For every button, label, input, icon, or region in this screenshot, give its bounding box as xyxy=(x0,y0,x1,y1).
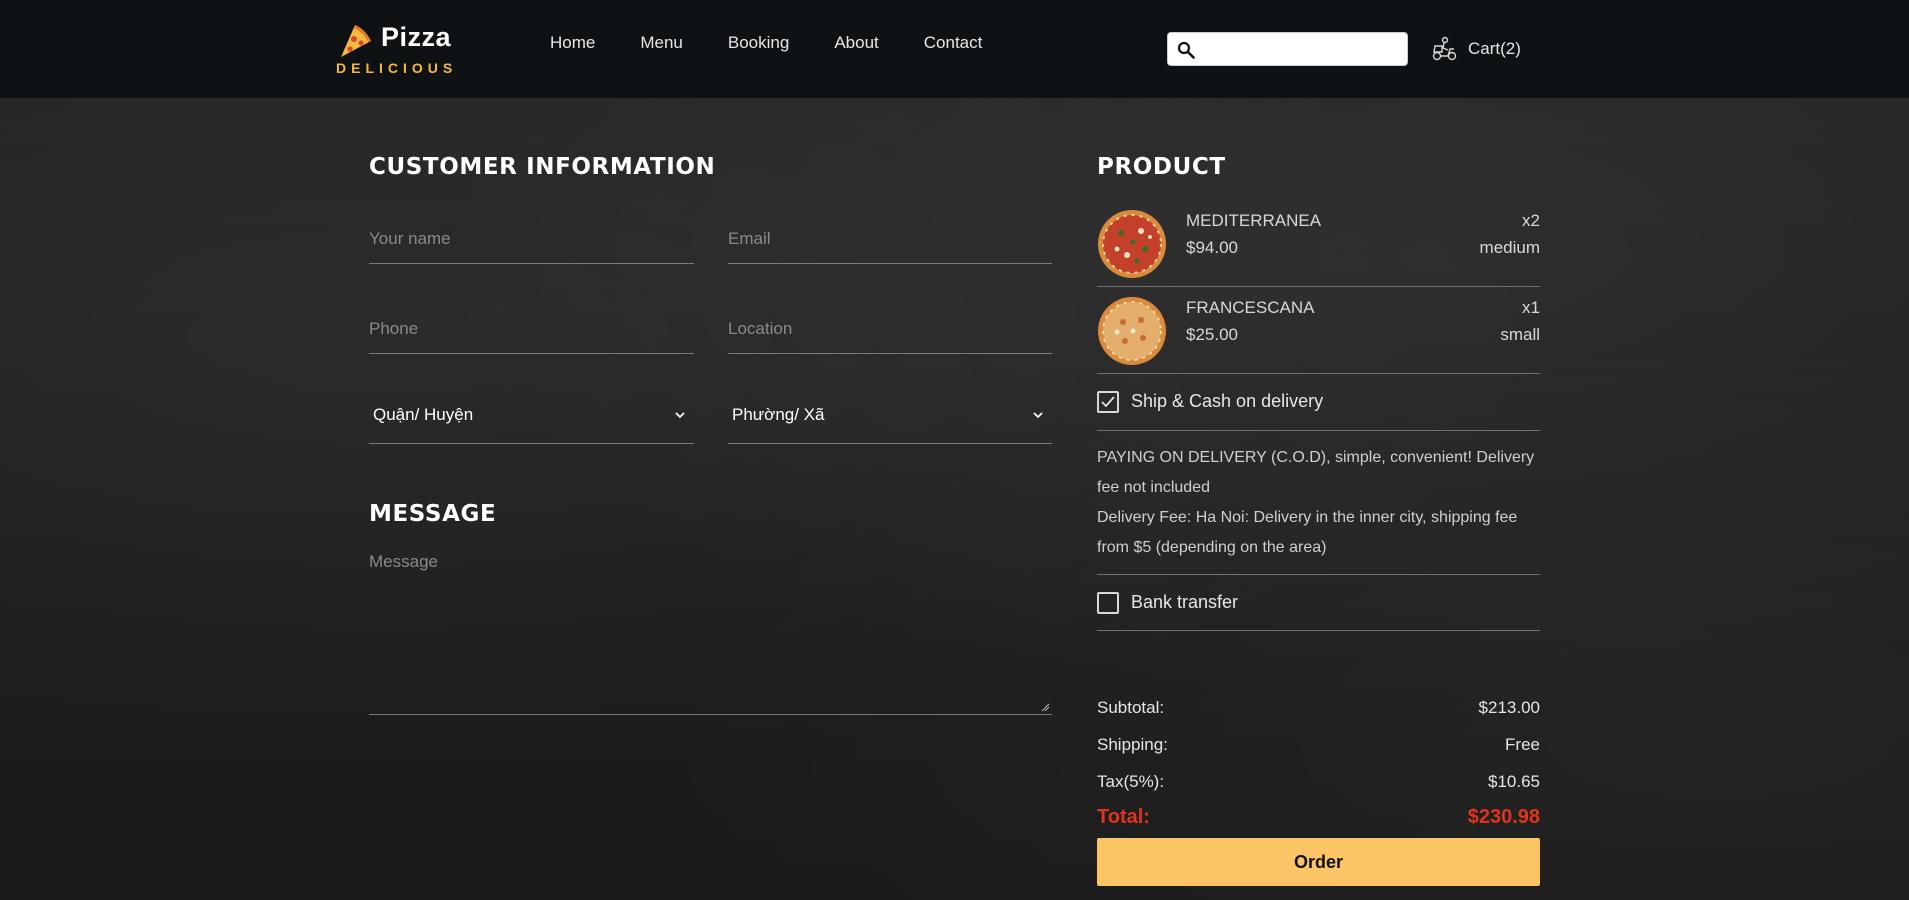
bank-label: Bank transfer xyxy=(1131,592,1239,612)
brand-logo[interactable]: Pizza DELICIOUS xyxy=(335,18,455,78)
search-input[interactable] xyxy=(1202,37,1402,63)
subtotal-row: Subtotal: $213.00 xyxy=(1097,698,1540,718)
message-title: MESSAGE xyxy=(369,501,497,527)
pizza-slice-icon xyxy=(341,25,371,57)
search-box xyxy=(1167,32,1408,66)
payment-option-cod[interactable]: Ship & Cash on delivery xyxy=(1097,374,1540,431)
shipping-row: Shipping: Free xyxy=(1097,735,1540,755)
total-value: $230.98 xyxy=(1467,806,1540,828)
search-icon[interactable] xyxy=(1177,41,1195,59)
checkmark-icon xyxy=(1101,396,1115,408)
product-size: medium xyxy=(1479,238,1540,257)
ward-select-value: Phường/ Xã xyxy=(732,405,825,424)
cart-label: Cart(2) xyxy=(1468,39,1521,58)
resize-handle-icon[interactable] xyxy=(1040,702,1050,712)
ward-select[interactable]: Phường/ Xã xyxy=(728,389,1052,444)
cod-description-line: PAYING ON DELIVERY (C.O.D), simple, conv… xyxy=(1097,449,1535,496)
order-button[interactable]: Order xyxy=(1097,838,1540,886)
customer-info-title: CUSTOMER INFORMATION xyxy=(369,154,716,180)
product-name: MEDITERRANEA xyxy=(1186,211,1322,230)
nav-about[interactable]: About xyxy=(834,33,878,53)
cod-description: PAYING ON DELIVERY (C.O.D), simple, conv… xyxy=(1097,443,1540,563)
nav-booking[interactable]: Booking xyxy=(728,33,789,53)
pizza-image xyxy=(1098,297,1166,365)
main-nav: Home Menu Booking About Contact xyxy=(550,33,1027,53)
nav-contact[interactable]: Contact xyxy=(924,33,983,53)
cod-checkbox[interactable] xyxy=(1097,391,1119,413)
shipping-value: Free xyxy=(1505,735,1540,754)
cod-label: Ship & Cash on delivery xyxy=(1131,391,1324,411)
district-select[interactable]: Quận/ Huyện xyxy=(369,389,694,444)
phone-field[interactable] xyxy=(369,304,694,353)
delivery-scooter-icon xyxy=(1432,36,1457,61)
tax-label: Tax(5%): xyxy=(1097,772,1165,791)
subtotal-value: $213.00 xyxy=(1478,698,1540,717)
nav-menu[interactable]: Menu xyxy=(640,33,683,53)
message-field[interactable] xyxy=(369,550,1052,714)
message-field-wrap xyxy=(369,550,1052,715)
cod-description-line: Delivery Fee: Ha Noi: Delivery in the in… xyxy=(1097,509,1518,556)
shipping-label: Shipping: xyxy=(1097,735,1168,754)
chevron-down-icon xyxy=(675,412,685,419)
brand-name: Pizza xyxy=(381,22,452,52)
product-title: PRODUCT xyxy=(1097,154,1226,180)
bank-checkbox[interactable] xyxy=(1097,592,1119,614)
location-field-wrap xyxy=(728,304,1052,354)
subtotal-label: Subtotal: xyxy=(1097,698,1165,717)
name-field[interactable] xyxy=(369,214,694,263)
phone-field-wrap xyxy=(369,304,694,354)
product-price: $25.00 xyxy=(1186,325,1238,344)
total-label: Total: xyxy=(1097,806,1150,828)
tax-value: $10.65 xyxy=(1488,772,1540,791)
product-size: small xyxy=(1500,325,1540,344)
name-field-wrap xyxy=(369,214,694,264)
location-field[interactable] xyxy=(728,304,1052,353)
district-select-value: Quận/ Huyện xyxy=(373,405,474,424)
pizza-image xyxy=(1098,210,1166,278)
product-quantity: x2 xyxy=(1522,211,1540,230)
brand-tagline: DELICIOUS xyxy=(336,60,458,76)
product-row: MEDITERRANEA $94.00 x2 medium xyxy=(1097,200,1540,287)
site-header: Pizza DELICIOUS Home Menu Booking About … xyxy=(0,0,1909,98)
product-row: FRANCESCANA $25.00 x1 small xyxy=(1097,287,1540,374)
chevron-down-icon xyxy=(1033,412,1043,419)
nav-home[interactable]: Home xyxy=(550,33,595,53)
product-quantity: x1 xyxy=(1522,298,1540,317)
email-field-wrap xyxy=(728,214,1052,264)
product-name: FRANCESCANA xyxy=(1186,298,1315,317)
cart-link[interactable]: Cart(2) xyxy=(1430,35,1521,63)
payment-option-bank[interactable]: Bank transfer xyxy=(1097,575,1540,631)
email-field[interactable] xyxy=(728,214,1052,263)
tax-row: Tax(5%): $10.65 xyxy=(1097,772,1540,792)
product-price: $94.00 xyxy=(1186,238,1238,257)
total-row: Total: $230.98 xyxy=(1097,806,1540,829)
